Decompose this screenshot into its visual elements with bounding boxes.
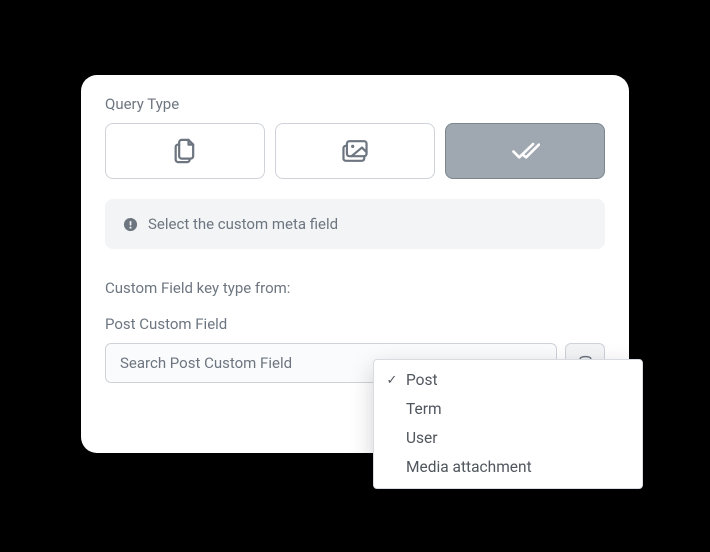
query-type-custom-button[interactable] [445, 123, 605, 179]
info-banner: Select the custom meta field [105, 199, 605, 249]
media-icon [340, 137, 370, 165]
info-text: Select the custom meta field [148, 215, 338, 233]
posts-icon [171, 137, 199, 165]
dropdown-item-post[interactable]: ✓ Post [374, 366, 642, 395]
section-label: Query Type [105, 95, 605, 113]
dropdown-item-term[interactable]: ✓ Term [374, 395, 642, 424]
custom-field-key-type-row: Custom Field key type from: [105, 279, 605, 297]
dropdown-item-user[interactable]: ✓ User [374, 424, 642, 453]
dropdown-item-label: User [406, 428, 438, 449]
dropdown-item-media-attachment[interactable]: ✓ Media attachment [374, 453, 642, 482]
post-custom-field-label: Post Custom Field [105, 315, 605, 333]
query-type-posts-button[interactable] [105, 123, 265, 179]
dropdown-item-label: Post [406, 370, 438, 391]
info-icon [123, 217, 138, 232]
dropdown-item-label: Term [406, 399, 442, 420]
key-type-dropdown: ✓ Post ✓ Term ✓ User ✓ Media attachment [373, 359, 643, 489]
select-placeholder: Search Post Custom Field [120, 354, 292, 372]
custom-field-key-label: Custom Field key type from: [105, 279, 290, 297]
query-type-row [105, 123, 605, 179]
query-type-media-button[interactable] [275, 123, 435, 179]
check-icon: ✓ [384, 372, 400, 390]
dropdown-item-label: Media attachment [406, 457, 532, 478]
double-check-icon [510, 138, 540, 164]
query-type-panel: Query Type [81, 75, 629, 453]
